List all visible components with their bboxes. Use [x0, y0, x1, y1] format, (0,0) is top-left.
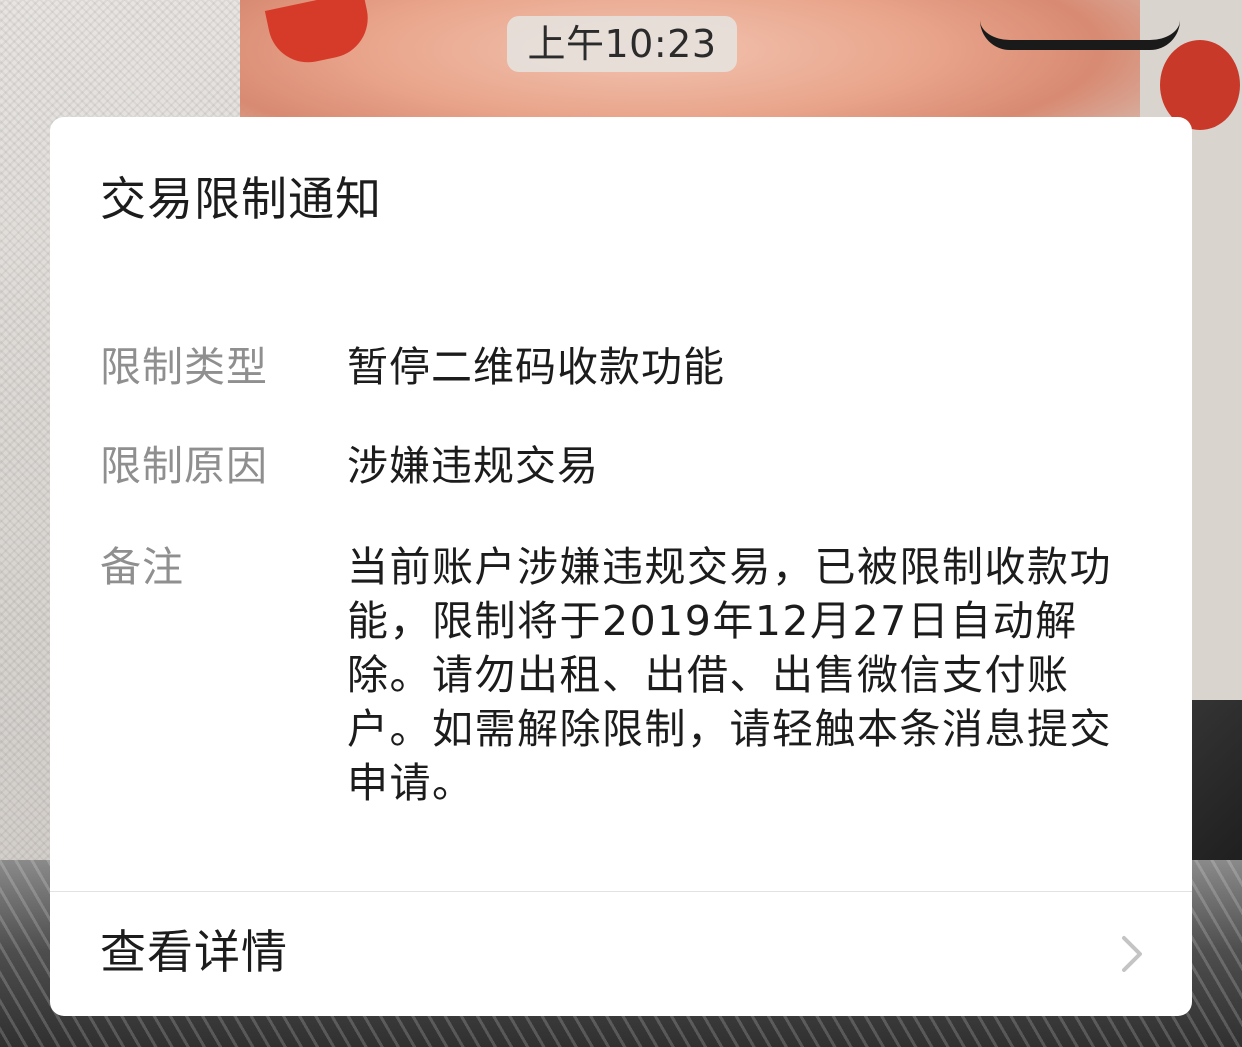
- field-label: 限制类型: [100, 343, 268, 391]
- field-label: 限制原因: [100, 442, 268, 490]
- view-details-label: 查看详情: [100, 925, 288, 979]
- view-details-button[interactable]: 查看详情: [50, 892, 1192, 1016]
- notification-title: 交易限制通知: [100, 172, 382, 226]
- field-value: 涉嫌违规交易: [347, 442, 599, 490]
- message-timestamp: 上午10:23: [507, 16, 737, 72]
- field-value: 暂停二维码收款功能: [347, 343, 725, 391]
- field-value: 当前账户涉嫌违规交易，已被限制收款功能，限制将于2019年12月27日自动解除。…: [347, 543, 1112, 807]
- notification-card[interactable]: 交易限制通知 限制类型 暂停二维码收款功能 限制原因 涉嫌违规交易 备注 当前账…: [50, 117, 1192, 1016]
- chevron-right-icon: [1122, 936, 1142, 972]
- field-label: 备注: [100, 543, 184, 591]
- background-glasses: [980, 0, 1180, 50]
